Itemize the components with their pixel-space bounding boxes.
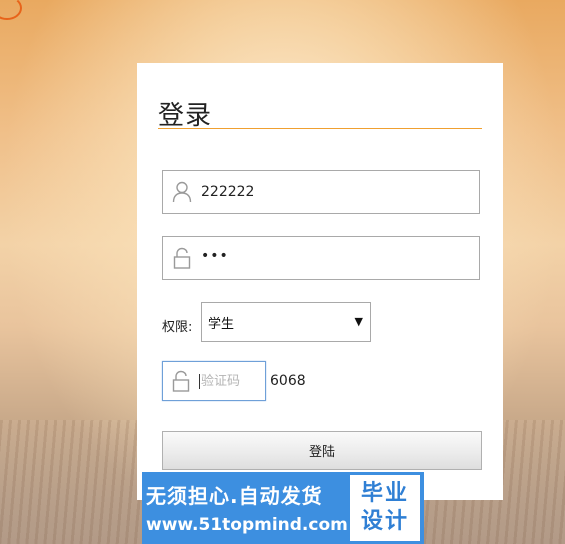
username-field[interactable]: 222222 [162, 170, 480, 214]
dropdown-arrow-icon: ▼ [354, 315, 363, 328]
password-field[interactable]: ••• [162, 236, 480, 280]
login-title: 登录 [158, 101, 213, 131]
role-selected-value: 学生 [208, 316, 235, 332]
login-button[interactable]: 登陆 [162, 431, 482, 470]
user-icon [163, 181, 201, 203]
captcha-input[interactable]: 验证码 [162, 361, 266, 401]
lock-icon [163, 370, 199, 392]
title-divider [158, 128, 482, 129]
lock-icon [163, 247, 201, 269]
role-select[interactable]: 学生 ▼ [201, 302, 371, 342]
watermark-slogan: 无须担心.自动发货 [146, 484, 323, 508]
username-value: 222222 [201, 184, 255, 200]
watermark-banner: 无须担心.自动发货 www.51topmind.com 毕业 设计 [142, 472, 424, 544]
role-label: 权限: [162, 320, 193, 335]
watermark-badge: 毕业 设计 [350, 475, 420, 541]
watermark-url: www.51topmind.com [146, 515, 348, 535]
corner-logo-mark [0, 0, 22, 20]
captcha-placeholder: 验证码 [199, 373, 241, 389]
watermark-badge-line1: 毕业 [360, 481, 409, 506]
password-value: ••• [201, 248, 229, 264]
watermark-text: 无须担心.自动发货 www.51topmind.com [146, 480, 348, 535]
login-card: 登录 222222 ••• 权限: 学生 ▼ 验证码 6068 登陆 [137, 63, 503, 500]
watermark-badge-line2: 设计 [360, 509, 409, 534]
captcha-code: 6068 [270, 373, 306, 389]
